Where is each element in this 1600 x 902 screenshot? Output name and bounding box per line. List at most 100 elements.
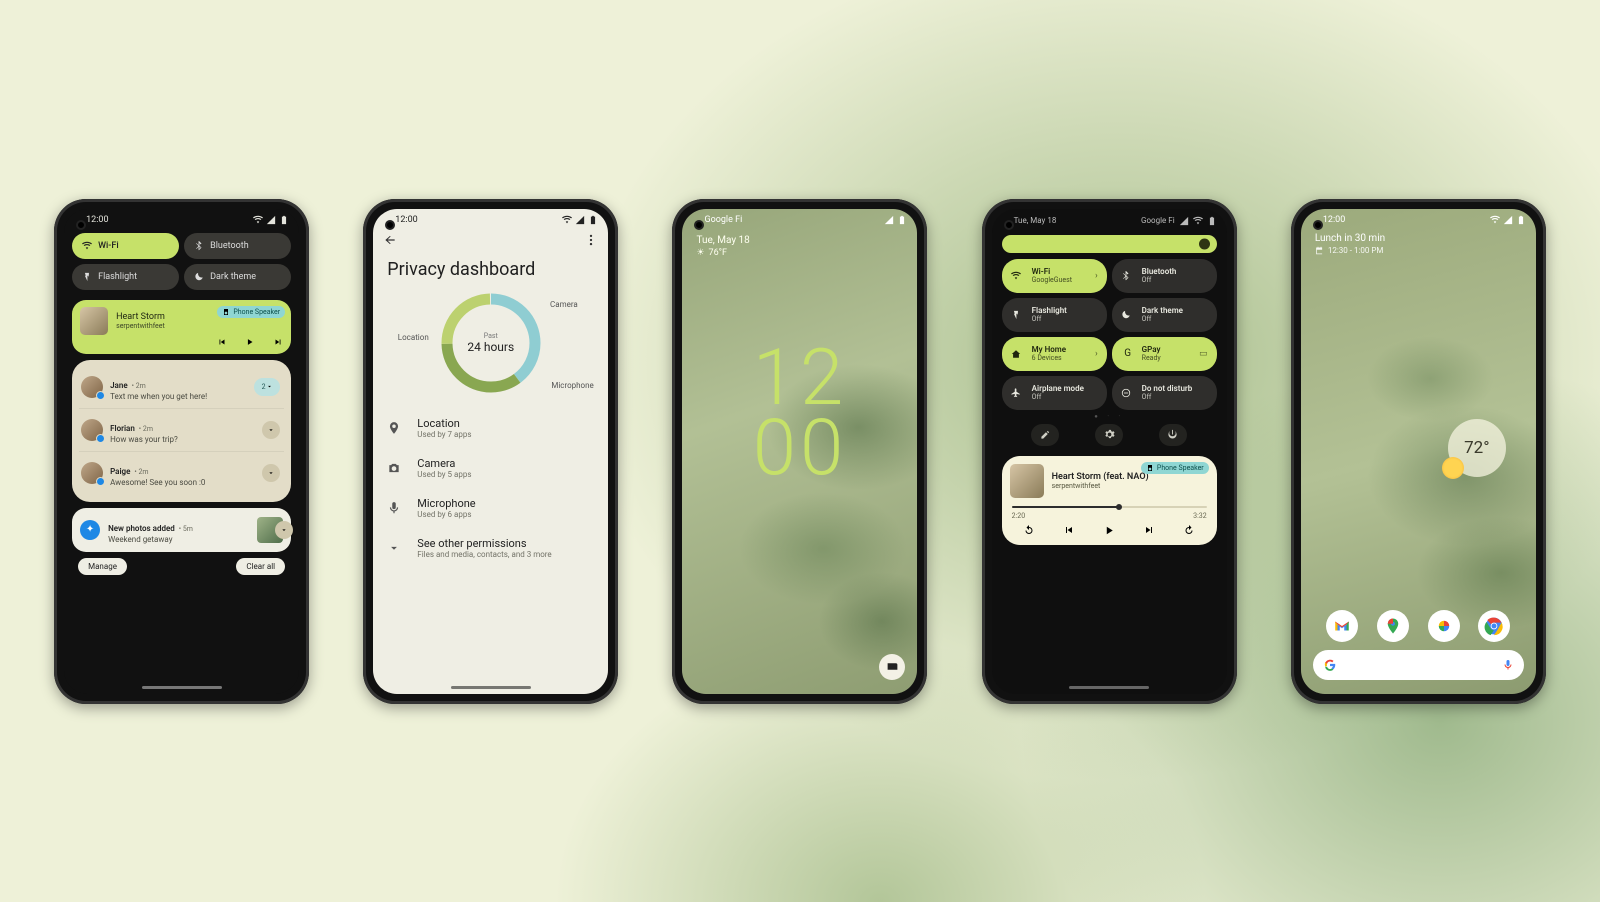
notif-meta: • 2m — [134, 468, 148, 476]
speaker-icon — [222, 308, 230, 316]
wifi-icon — [82, 241, 92, 251]
speaker-icon — [1146, 464, 1154, 472]
chevron-down-icon — [267, 469, 275, 477]
permission-microphone[interactable]: MicrophoneUsed by 6 apps — [373, 488, 608, 528]
clear-all-button[interactable]: Clear all — [236, 558, 285, 575]
wallet-icon — [886, 660, 899, 673]
perm-title: Camera — [417, 457, 471, 470]
maps-app[interactable] — [1377, 610, 1409, 642]
bluetooth-icon — [194, 241, 204, 251]
app-badge-icon — [96, 477, 105, 486]
notif-sender: Florian — [110, 424, 135, 433]
output-chip-label: Phone Speaker — [1157, 464, 1204, 472]
notif-message: How was your trip? — [110, 435, 178, 444]
play-button[interactable] — [245, 337, 255, 347]
prev-button[interactable] — [1063, 524, 1075, 536]
edit-tiles-button[interactable] — [1031, 424, 1059, 446]
notif-sender: Paige — [110, 467, 130, 476]
settings-button[interactable] — [1095, 424, 1123, 446]
notif-expander[interactable] — [275, 521, 293, 539]
power-button[interactable] — [1159, 424, 1187, 446]
gesture-nav-bar[interactable] — [451, 686, 531, 689]
replay-button[interactable] — [1023, 524, 1035, 536]
gesture-nav-bar[interactable] — [1069, 686, 1149, 689]
album-art — [80, 307, 108, 335]
app-badge-icon — [96, 434, 105, 443]
camera-icon — [387, 461, 401, 475]
calendar-icon — [1315, 246, 1324, 255]
weather-widget[interactable]: 72° — [1448, 419, 1506, 477]
battery-icon — [279, 215, 289, 225]
qs-bluetooth-tile[interactable]: Bluetooth — [184, 233, 291, 259]
brightness-slider[interactable] — [1002, 235, 1217, 253]
output-chip[interactable]: Phone Speaker — [1141, 462, 1209, 474]
wallet-shortcut-button[interactable] — [879, 654, 905, 680]
play-button[interactable] — [1103, 524, 1116, 537]
qs-darktheme-tile[interactable]: Dark theme — [184, 264, 291, 290]
next-button[interactable] — [1143, 524, 1155, 536]
permission-location[interactable]: LocationUsed by 7 apps — [373, 408, 608, 448]
tile-dnd[interactable]: Do not disturbOff — [1112, 376, 1217, 410]
forward-button[interactable] — [1183, 524, 1195, 536]
media-card-expanded[interactable]: Phone Speaker Heart Storm (feat. NAO) se… — [1002, 456, 1217, 545]
notif-message: Awesome! See you soon :0 — [110, 478, 205, 487]
notif-paige[interactable]: Paige • 2m Awesome! See you soon :0 — [79, 451, 284, 494]
next-button[interactable] — [273, 337, 283, 347]
qs-wifi-tile[interactable]: Wi-Fi — [72, 233, 179, 259]
tile-flashlight[interactable]: FlashlightOff — [1002, 298, 1107, 332]
qs-wifi-label: Wi-Fi — [98, 241, 119, 251]
notif-count-expander[interactable]: 2 — [254, 378, 280, 396]
overflow-menu-button[interactable] — [584, 233, 598, 247]
flashlight-icon — [82, 272, 92, 282]
lock-clock: 12 00 — [682, 344, 917, 484]
media-progress[interactable] — [1012, 506, 1207, 508]
mic-icon[interactable] — [1502, 659, 1514, 671]
notif-jane[interactable]: Jane • 2m Text me when you get here! 2 — [79, 366, 284, 408]
notif-florian[interactable]: Florian • 2m How was your trip? — [79, 408, 284, 451]
media-total: 3:32 — [1193, 512, 1207, 520]
notif-meta: • 2m — [132, 382, 146, 390]
permission-camera[interactable]: CameraUsed by 5 apps — [373, 448, 608, 488]
photos-app[interactable] — [1428, 610, 1460, 642]
qs-flashlight-tile[interactable]: Flashlight — [72, 264, 179, 290]
chrome-app[interactable] — [1478, 610, 1510, 642]
back-button[interactable] — [383, 233, 397, 247]
permission-see-more[interactable]: See other permissionsFiles and media, co… — [373, 528, 608, 568]
photos-meta: • 5m — [179, 525, 193, 533]
output-chip[interactable]: Phone Speaker — [217, 306, 285, 318]
phone-privacy-dashboard: 12:00 Privacy dashboard Past 24 hours Lo… — [363, 199, 618, 704]
photos-notification[interactable]: ✦ New photos added • 5m Weekend getaway — [72, 508, 291, 552]
status-bar: 12:00 — [64, 209, 299, 227]
media-artist: serpentwithfeet — [1052, 482, 1149, 490]
prev-button[interactable] — [217, 337, 227, 347]
chevron-down-icon — [267, 426, 275, 434]
gesture-nav-bar[interactable] — [142, 686, 222, 689]
avatar — [81, 376, 103, 398]
notif-message: Text me when you get here! — [110, 392, 207, 401]
status-carrier: Google Fi — [1141, 216, 1175, 225]
conversation-group: Jane • 2m Text me when you get here! 2 F… — [72, 360, 291, 502]
tile-bluetooth[interactable]: BluetoothOff — [1112, 259, 1217, 293]
media-card[interactable]: Phone Speaker Heart Storm serpentwithfee… — [72, 300, 291, 354]
perm-title: Location — [417, 417, 471, 430]
notif-expander[interactable] — [262, 421, 280, 439]
brightness-icon — [1199, 238, 1210, 249]
tile-wifi[interactable]: Wi-FiGoogleGuest› — [1002, 259, 1107, 293]
tile-airplane[interactable]: Airplane modeOff — [1002, 376, 1107, 410]
gmail-app[interactable] — [1326, 610, 1358, 642]
tile-home[interactable]: My Home6 Devices› — [1002, 337, 1107, 371]
qs-flashlight-label: Flashlight — [98, 272, 137, 282]
camera-hole — [385, 220, 395, 230]
app-badge-icon — [96, 391, 105, 400]
signal-icon — [1179, 216, 1189, 226]
tile-darktheme[interactable]: Dark themeOff — [1112, 298, 1217, 332]
camera-hole — [1313, 220, 1323, 230]
wifi-status-icon — [253, 215, 263, 225]
search-bar[interactable] — [1313, 650, 1524, 680]
tile-gpay[interactable]: GGPayReady▭ — [1112, 337, 1217, 371]
location-icon — [387, 421, 401, 435]
manage-button[interactable]: Manage — [78, 558, 127, 575]
notif-expander[interactable] — [262, 464, 280, 482]
app-bar — [373, 227, 608, 253]
usage-ring-chart: Past 24 hours Location Camera Microphone — [436, 288, 546, 398]
